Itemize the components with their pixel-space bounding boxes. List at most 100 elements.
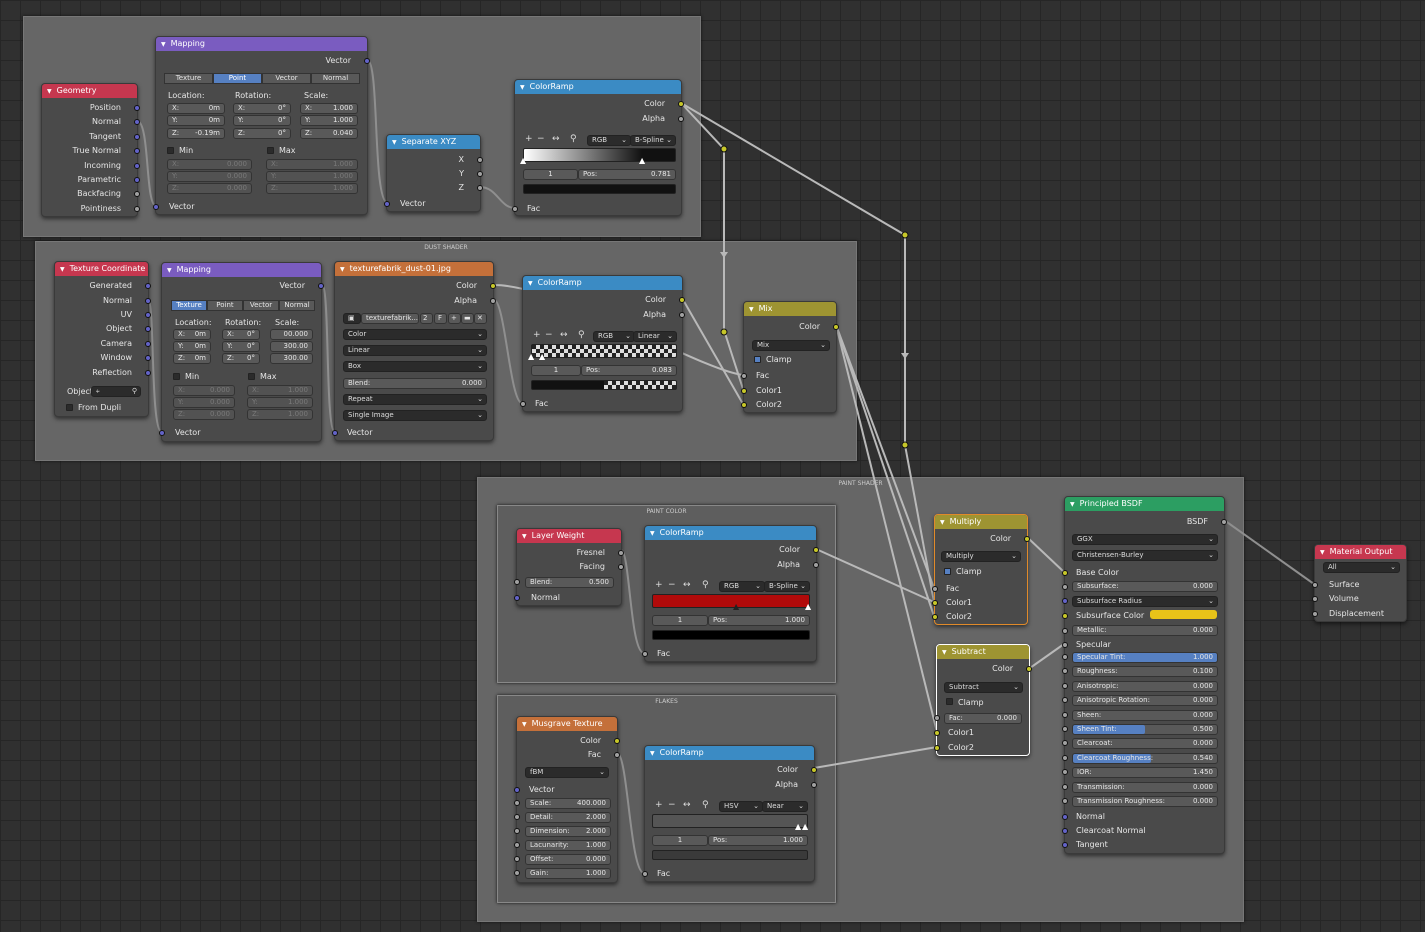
subtract-node[interactable]: ▼ Subtract Color Subtract ⌄ Clamp Fac: 0.00… (934, 644, 1032, 756)
output-socket[interactable] (1026, 666, 1032, 672)
distribution-dropdown[interactable]: GGX ⌄ (1072, 534, 1218, 545)
object-picker[interactable]: ⧾ ⚲ (91, 386, 141, 397)
open-folder-icon[interactable]: ▬ (461, 313, 474, 324)
collapse-icon[interactable]: ▼ (650, 747, 655, 760)
input-socket[interactable] (384, 201, 390, 207)
output-socket[interactable] (145, 298, 151, 304)
collapse-icon[interactable]: ▼ (161, 38, 166, 51)
scale-x[interactable]: 00.000 (270, 329, 313, 340)
output-socket[interactable] (813, 562, 819, 568)
output-socket[interactable] (1024, 536, 1030, 542)
location-y[interactable]: Y: 0m (173, 341, 211, 352)
fac-field[interactable]: Fac: 0.000 (944, 713, 1022, 724)
input-socket[interactable] (514, 828, 520, 834)
min-checkbox[interactable] (167, 147, 174, 154)
remove-stop-icon[interactable]: − (668, 580, 676, 590)
min-x[interactable]: X: 0.000 (167, 159, 252, 170)
input-socket[interactable] (514, 787, 520, 793)
flip-icon[interactable]: ↔ (683, 580, 691, 590)
node-header[interactable]: ▼ ColorRamp (523, 276, 682, 290)
add-stop-icon[interactable]: + (525, 134, 533, 144)
rotation-y[interactable]: Y: 0° (222, 341, 260, 352)
output-socket[interactable] (134, 134, 140, 140)
max-x[interactable]: X: 1.000 (266, 159, 358, 170)
layer-weight-node[interactable]: ▼ Layer Weight Fresnel Facing Blend: 0.500… (514, 528, 624, 606)
min-z[interactable]: Z: 0.000 (167, 183, 252, 194)
stop-index[interactable]: 1 (652, 615, 708, 626)
bsdf-param-field[interactable]: Sheen: 0.000 (1072, 709, 1218, 721)
output-socket[interactable] (134, 148, 140, 154)
min-x[interactable]: X: 0.000 (173, 385, 235, 396)
input-socket[interactable] (934, 715, 940, 721)
input-socket[interactable] (932, 586, 938, 592)
node-header[interactable]: ▼ ColorRamp (645, 746, 814, 760)
bsdf-param-field[interactable]: Transmission: 0.000 (1072, 781, 1218, 793)
input-socket[interactable] (1062, 740, 1068, 747)
min-z[interactable]: Z: 0.000 (173, 409, 235, 420)
rotation-y[interactable]: Y: 0° (233, 115, 291, 126)
blend-type-dropdown[interactable]: Subtract ⌄ (944, 682, 1023, 693)
output-socket[interactable] (134, 163, 140, 169)
multiply-node[interactable]: ▼ Multiply Color Multiply ⌄ Clamp Fac Colo… (932, 514, 1030, 625)
tab-normal[interactable]: Normal (279, 300, 315, 311)
dimension-field[interactable]: Dimension: 2.000 (525, 826, 611, 837)
node-header[interactable]: ▼ Layer Weight (517, 529, 621, 543)
output-socket[interactable] (811, 782, 817, 788)
bsdf-param-field[interactable]: Roughness: 0.100 (1072, 666, 1218, 678)
interpolation-dropdown[interactable]: Near ⌄ (762, 801, 808, 812)
subsurface-field[interactable]: Subsurface: 0.000 (1072, 581, 1218, 592)
color-ramp-bar[interactable] (531, 344, 677, 358)
bsdf-param-field[interactable]: Transmission Roughness: 0.000 (1072, 796, 1218, 807)
input-socket[interactable] (1062, 668, 1068, 675)
output-socket[interactable] (477, 171, 483, 177)
image-texture-node[interactable]: ▼ texturefabrik_dust-01.jpg Color Alpha ▣… (332, 261, 496, 441)
input-socket[interactable] (514, 814, 520, 820)
collapse-icon[interactable]: ▼ (47, 85, 52, 98)
interpolation-dropdown[interactable]: B-Spline ⌄ (630, 135, 676, 146)
output-socket[interactable] (813, 547, 819, 553)
musgrave-type-dropdown[interactable]: fBM ⌄ (525, 767, 609, 778)
input-socket[interactable] (642, 651, 648, 657)
vector-type-tabs[interactable]: Texture Point Vector Normal (164, 73, 360, 84)
scale-x[interactable]: X: 1.000 (300, 103, 358, 114)
clamp-checkbox[interactable] (944, 568, 951, 575)
max-x[interactable]: X: 1.000 (247, 385, 313, 396)
stop-marker[interactable]: ▲ (520, 156, 526, 165)
min-y[interactable]: Y: 0.000 (167, 171, 252, 182)
output-socket[interactable] (618, 550, 624, 556)
color-ramp-bar[interactable] (652, 814, 808, 828)
blend-field[interactable]: Blend: 0.000 (343, 378, 487, 389)
color-mode-dropdown[interactable]: RGB ⌄ (593, 331, 635, 342)
collapse-icon[interactable]: ▼ (60, 263, 65, 276)
eyedropper-icon[interactable]: ⚲ (702, 580, 709, 590)
input-socket[interactable] (1062, 726, 1068, 732)
node-header[interactable]: ▼ ColorRamp (515, 80, 681, 94)
collapse-icon[interactable]: ▼ (520, 81, 525, 94)
mapping-node[interactable]: ▼ Mapping Vector Texture Point Vector Nor… (159, 262, 324, 442)
node-header[interactable]: ▼ Mapping (162, 263, 321, 277)
node-header[interactable]: ▼ Subtract (937, 645, 1029, 659)
scale-field[interactable]: Scale: 400.000 (525, 798, 611, 809)
bsdf-param-field[interactable]: IOR: 1.450 (1072, 767, 1218, 779)
stop-color-swatch[interactable] (652, 630, 810, 640)
stop-index[interactable]: 1 (531, 365, 581, 376)
input-socket[interactable] (512, 206, 518, 212)
output-socket[interactable] (811, 767, 817, 773)
stop-marker[interactable]: ▲ (802, 822, 808, 831)
node-header[interactable]: ▼ Geometry (42, 84, 137, 98)
clamp-checkbox[interactable] (946, 698, 953, 705)
fake-user-button[interactable]: F (434, 313, 447, 324)
output-socket[interactable] (145, 326, 151, 332)
node-header[interactable]: ▼ Mapping (156, 37, 367, 51)
tab-texture[interactable]: Texture (171, 300, 207, 311)
scale-z[interactable]: Z: 0.040 (300, 128, 358, 139)
input-socket[interactable] (1062, 842, 1068, 848)
output-socket[interactable] (618, 564, 624, 570)
new-image-icon[interactable]: + (448, 313, 461, 324)
input-socket[interactable] (932, 600, 938, 606)
color-space-dropdown[interactable]: Color ⌄ (343, 329, 487, 340)
input-socket[interactable] (1312, 611, 1318, 617)
input-socket[interactable] (934, 745, 940, 751)
rotation-z[interactable]: Z: 0° (233, 128, 291, 139)
output-socket[interactable] (134, 177, 140, 183)
